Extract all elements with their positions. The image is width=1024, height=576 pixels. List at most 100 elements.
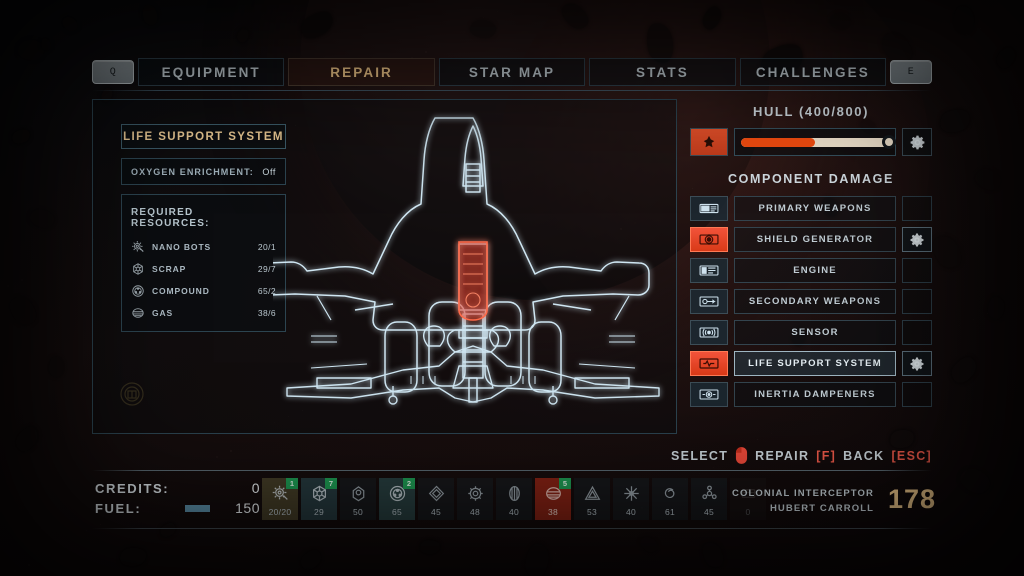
resource-name: COMPOUND <box>152 286 210 296</box>
core-icon <box>466 484 485 503</box>
required-resource-row: NANO BOTS 20/1 <box>131 240 276 254</box>
required-resources-box: REQUIRED RESOURCES: NANO BOTS 20/1 SCRAP… <box>121 194 286 332</box>
hull-title: HULL (400/800) <box>752 104 870 119</box>
tab-challenges[interactable]: CHALLENGES <box>739 58 887 86</box>
inventory-count: 53 <box>586 507 598 517</box>
triangle-icon <box>583 484 602 503</box>
inventory-count: 45 <box>430 507 442 517</box>
nano-bots-icon <box>131 240 145 254</box>
component-damage-title: COMPONENT DAMAGE <box>728 172 894 186</box>
ship-class: COLONIAL INTERCEPTOR <box>732 488 874 499</box>
secondary-weapons-icon <box>690 289 728 314</box>
crystal-icon <box>427 484 446 503</box>
component-label: PRIMARY WEAPONS <box>734 196 896 221</box>
inertia-dampeners-icon <box>690 382 728 407</box>
inventory-cell[interactable]: 20/20 1 <box>262 478 298 520</box>
inventory-count: 65 <box>391 507 403 517</box>
inventory-cell[interactable]: 45 <box>418 478 454 520</box>
inventory-count: 38 <box>547 507 559 517</box>
component-label: SHIELD GENERATOR <box>734 227 896 252</box>
next-tab-key[interactable]: E <box>890 60 933 84</box>
inventory-count: 50 <box>352 507 364 517</box>
hint-repair-label: REPAIR <box>755 448 810 463</box>
inventory-count: 40 <box>625 507 637 517</box>
hull-track <box>741 135 896 149</box>
ship-identity: COLONIAL INTERCEPTOR HUBERT CARROLL <box>732 486 874 516</box>
inventory-count: 29 <box>313 507 325 517</box>
component-row-inertia-dampeners[interactable]: INERTIA DAMPENERS <box>690 382 932 407</box>
inventory-count: 40 <box>508 507 520 517</box>
mouse-icon <box>735 446 748 465</box>
inventory-cell[interactable]: 65 2 <box>379 478 415 520</box>
repair-panel: HULL (400/800) COMPONENT DAMAGE PRIMARY … <box>690 99 932 434</box>
fuel-bar-fill <box>185 504 210 512</box>
life-support-icon <box>690 351 728 376</box>
hull-repair-button[interactable] <box>902 128 932 156</box>
inventory-cell[interactable]: 38 5 <box>535 478 571 520</box>
primary-weapons-icon <box>690 196 728 221</box>
selected-system-name: LIFE SUPPORT SYSTEM <box>121 124 286 149</box>
hull-slider-handle[interactable] <box>882 135 896 149</box>
component-label: INERTIA DAMPENERS <box>734 382 896 407</box>
hint-repair-key[interactable]: [F] <box>816 449 836 463</box>
tab-equipment[interactable]: EQUIPMENT <box>138 58 285 86</box>
inventory-cell[interactable]: 61 <box>652 478 688 520</box>
star-icon <box>622 484 641 503</box>
scrap-icon <box>131 262 145 276</box>
component-row-primary-weapons[interactable]: PRIMARY WEAPONS <box>690 196 932 221</box>
tab-bar: Q EQUIPMENT REPAIR STAR MAP STATS CHALLE… <box>92 57 933 87</box>
ship-view-panel: LIFE SUPPORT SYSTEM OXYGEN ENRICHMENT: O… <box>92 99 677 434</box>
compound-icon <box>131 284 145 298</box>
score-value: 178 <box>887 484 936 514</box>
credits-value: 0 <box>251 480 260 496</box>
hull-bar[interactable] <box>734 128 896 156</box>
component-row-life-support-system[interactable]: LIFE SUPPORT SYSTEM <box>690 351 932 376</box>
oxygen-enrichment-label: OXYGEN ENRICHMENT: <box>131 166 254 177</box>
component-row-sensor[interactable]: SENSOR <box>690 320 932 345</box>
inventory-cell[interactable]: 48 <box>457 478 493 520</box>
prev-tab-key[interactable]: Q <box>92 60 134 84</box>
component-repair-button[interactable] <box>902 227 932 252</box>
resource-name: GAS <box>152 308 174 318</box>
component-label: SECONDARY WEAPONS <box>734 289 896 314</box>
faction-emblem-icon <box>117 379 147 409</box>
component-action-slot <box>902 320 932 345</box>
inventory-cell[interactable]: 45 <box>691 478 727 520</box>
inventory-badge: 1 <box>286 478 298 489</box>
component-label: ENGINE <box>734 258 896 283</box>
shield-generator-icon <box>690 227 728 252</box>
engine-icon <box>690 258 728 283</box>
component-row-engine[interactable]: ENGINE <box>690 258 932 283</box>
spiral-icon <box>661 484 680 503</box>
inventory-cell[interactable]: 40 <box>613 478 649 520</box>
component-action-slot <box>902 289 932 314</box>
credits-fuel-block: CREDITS: 0 FUEL: 150 <box>95 478 260 518</box>
inventory-cell[interactable]: 50 <box>340 478 376 520</box>
component-row-secondary-weapons[interactable]: SECONDARY WEAPONS <box>690 289 932 314</box>
required-resource-row: GAS 38/6 <box>131 306 276 320</box>
control-hints: SELECT REPAIR [F] BACK [ESC] <box>671 446 932 465</box>
game-screen: Q EQUIPMENT REPAIR STAR MAP STATS CHALLE… <box>0 0 1024 576</box>
ship-schematic <box>258 104 673 434</box>
inventory-cell[interactable]: 29 7 <box>301 478 337 520</box>
inventory-cell[interactable]: 40 <box>496 478 532 520</box>
sensor-icon <box>690 320 728 345</box>
inventory-badge: 7 <box>325 478 337 489</box>
cell-icon <box>505 484 524 503</box>
footer-divider-top <box>92 470 932 471</box>
footer-divider-bottom <box>92 528 932 529</box>
component-label: SENSOR <box>734 320 896 345</box>
component-repair-button[interactable] <box>902 351 932 376</box>
component-row-shield-generator[interactable]: SHIELD GENERATOR <box>690 227 932 252</box>
required-resource-row: COMPOUND 65/2 <box>131 284 276 298</box>
tab-stats[interactable]: STATS <box>589 58 736 86</box>
inventory-badge: 2 <box>403 478 415 489</box>
tab-star-map[interactable]: STAR MAP <box>438 58 586 86</box>
inventory-cell[interactable]: 53 <box>574 478 610 520</box>
hint-back-key[interactable]: [ESC] <box>891 449 932 463</box>
component-action-slot <box>902 382 932 407</box>
tab-repair[interactable]: REPAIR <box>288 58 435 86</box>
resource-name: NANO BOTS <box>152 242 212 252</box>
component-action-slot <box>902 196 932 221</box>
required-resource-row: SCRAP 29/7 <box>131 262 276 276</box>
